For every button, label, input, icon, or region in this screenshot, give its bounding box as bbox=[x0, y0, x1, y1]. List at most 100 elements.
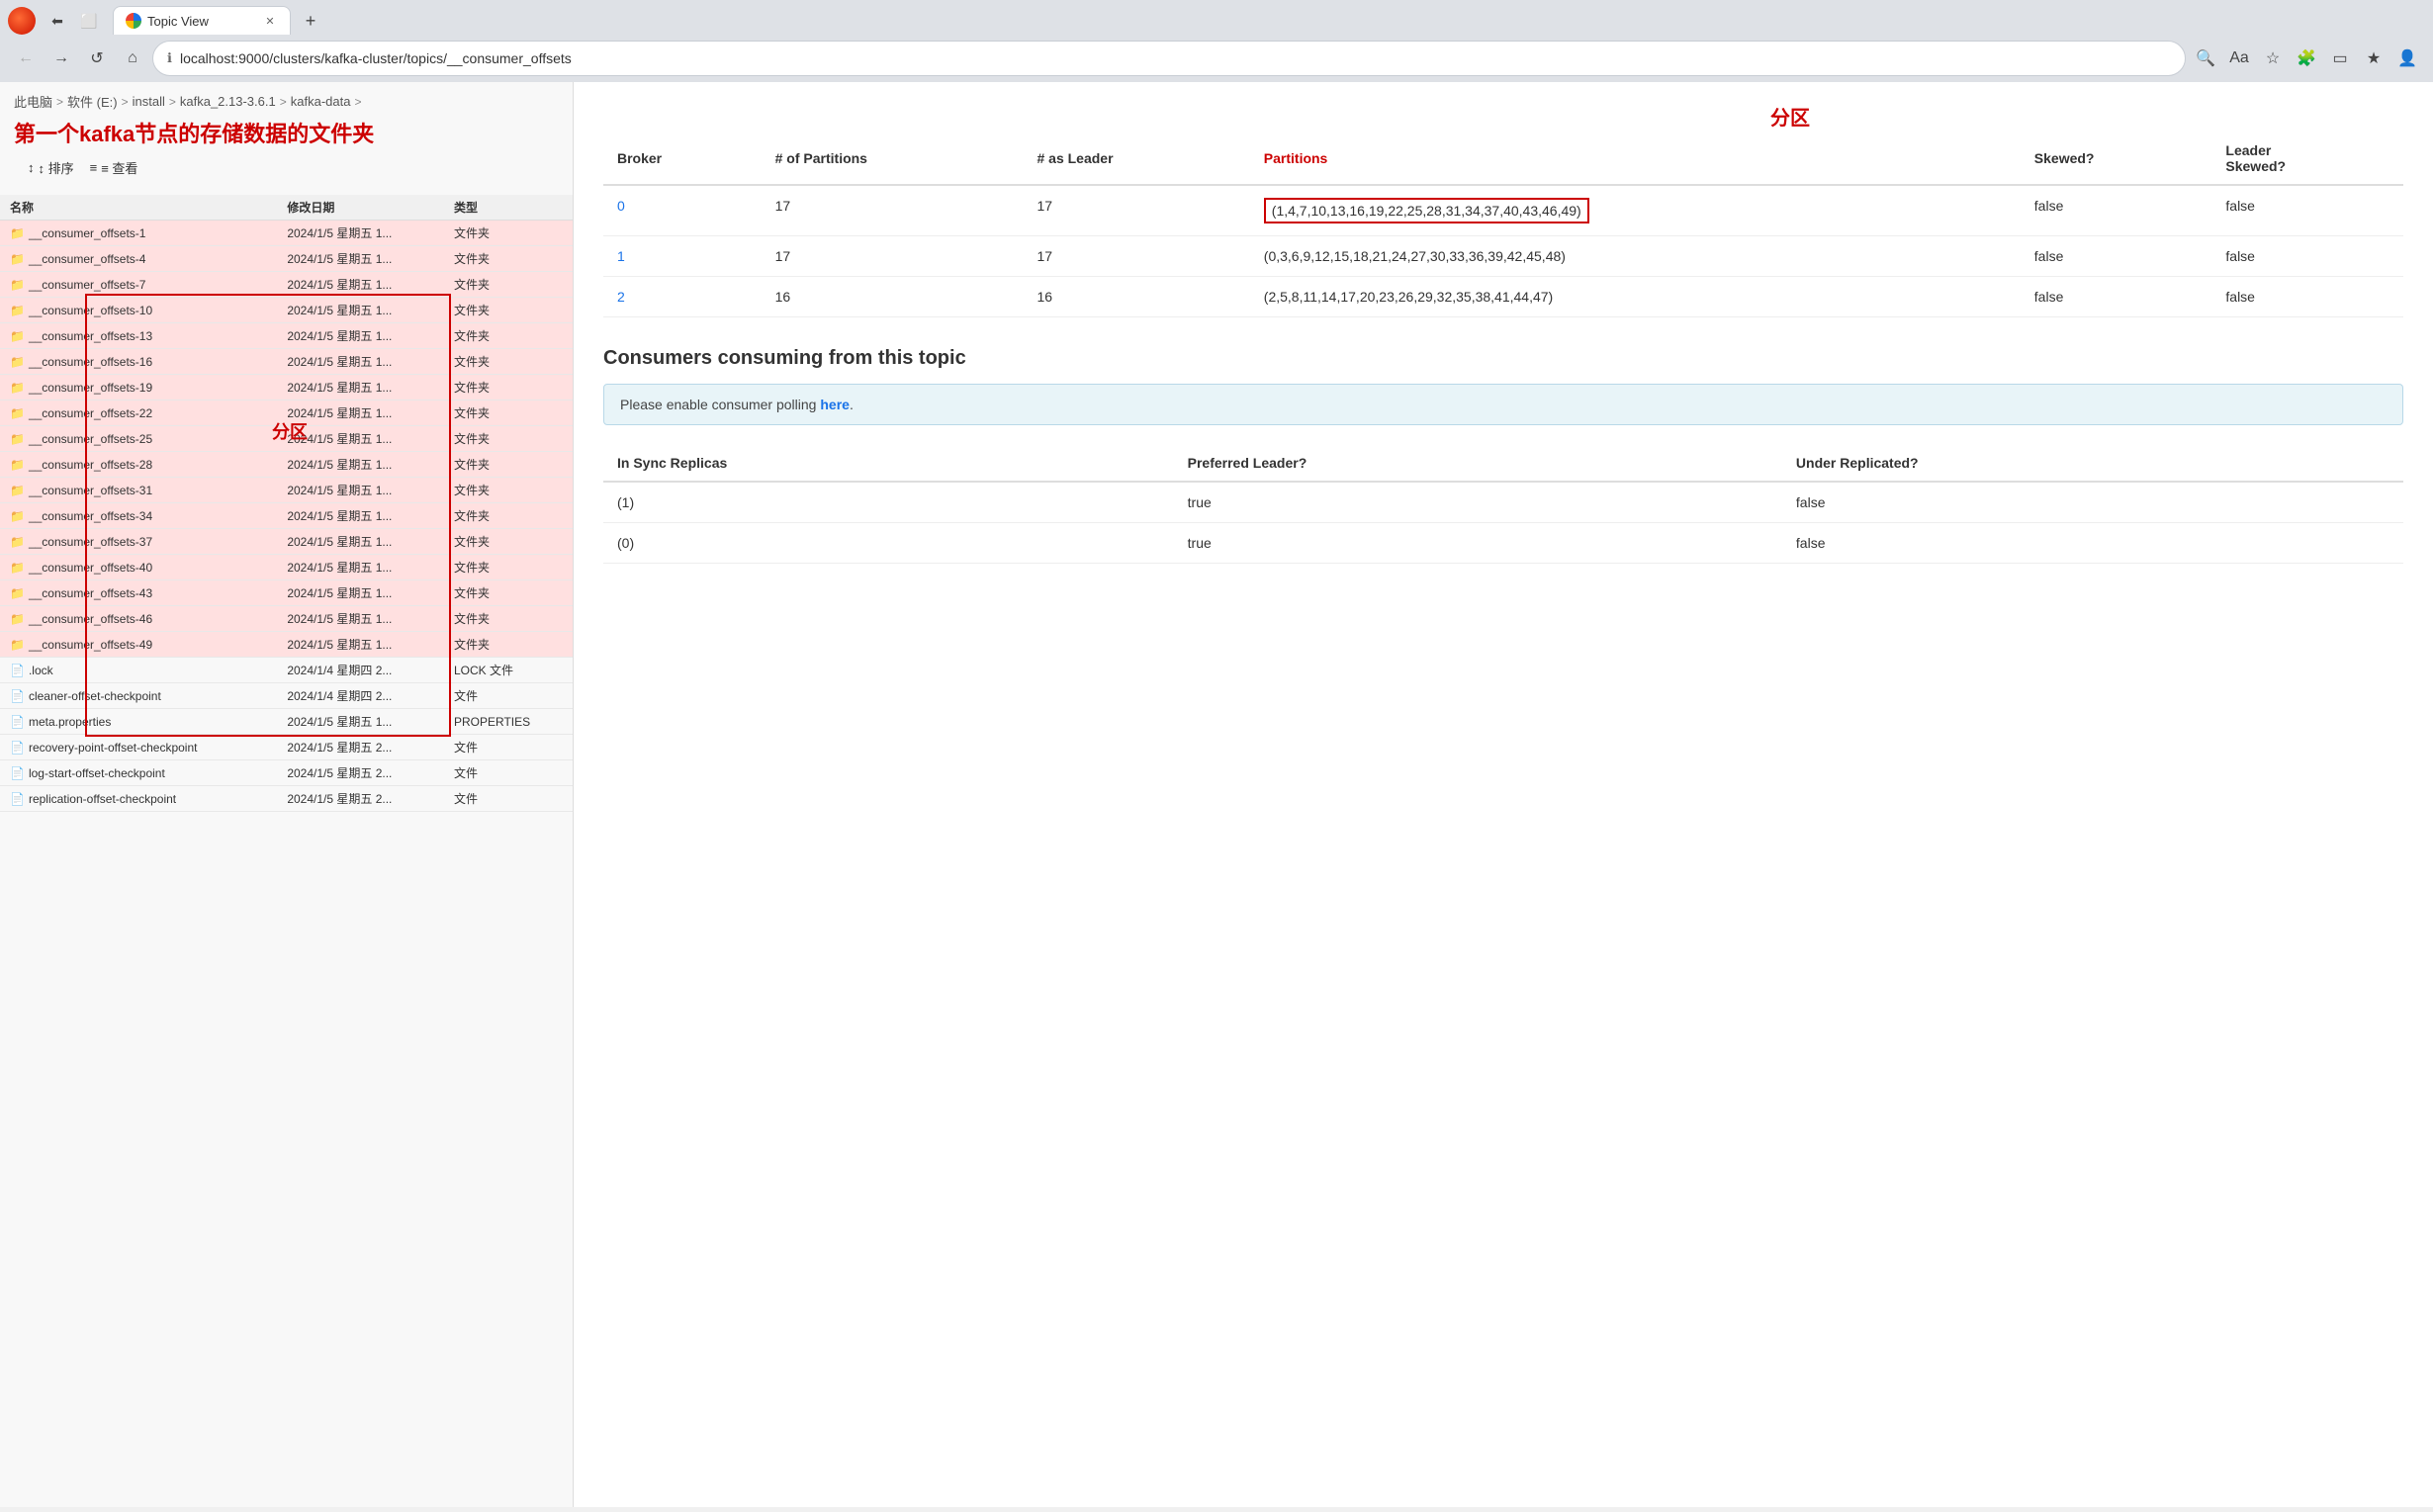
bc-kafka[interactable]: kafka_2.13-3.6.1 bbox=[180, 94, 276, 109]
folder-name: 📁__consumer_offsets-10 bbox=[0, 298, 277, 323]
folder-row[interactable]: 📁__consumer_offsets-40 2024/1/5 星期五 1...… bbox=[0, 555, 573, 580]
broker-leader-skewed: false bbox=[2211, 236, 2403, 277]
file-row[interactable]: 📄recovery-point-offset-checkpoint 2024/1… bbox=[0, 735, 573, 760]
folder-row[interactable]: 📁__consumer_offsets-10 2024/1/5 星期五 1...… bbox=[0, 298, 573, 323]
folder-row[interactable]: 📁__consumer_offsets-34 2024/1/5 星期五 1...… bbox=[0, 503, 573, 529]
file-icon: 📄 bbox=[10, 689, 25, 703]
folder-row[interactable]: 📁__consumer_offsets-19 2024/1/5 星期五 1...… bbox=[0, 375, 573, 400]
home-button[interactable]: ⌂ bbox=[117, 43, 148, 74]
file-name: 📄.lock bbox=[0, 658, 277, 683]
back-button[interactable]: ← bbox=[10, 43, 42, 74]
file-date: 2024/1/5 星期五 2... bbox=[277, 760, 444, 786]
folder-type: 文件夹 bbox=[444, 400, 573, 426]
col-type[interactable]: 类型 bbox=[444, 195, 573, 221]
folder-icon: 📁 bbox=[10, 432, 25, 446]
view-button[interactable]: ≡ ≡ 查看 bbox=[90, 158, 138, 177]
folder-date: 2024/1/5 星期五 1... bbox=[277, 246, 444, 272]
bc-drive[interactable]: 软件 (E:) bbox=[67, 92, 118, 111]
col-date[interactable]: 修改日期 bbox=[277, 195, 444, 221]
file-type: LOCK 文件 bbox=[444, 658, 573, 683]
broker-leader-skewed: false bbox=[2211, 185, 2403, 236]
bc-sep1: > bbox=[56, 95, 63, 109]
file-row[interactable]: 📄replication-offset-checkpoint 2024/1/5 … bbox=[0, 786, 573, 812]
folder-date: 2024/1/5 星期五 1... bbox=[277, 349, 444, 375]
consumer-notice-link[interactable]: here bbox=[820, 397, 850, 412]
file-date: 2024/1/4 星期四 2... bbox=[277, 683, 444, 709]
folder-type: 文件夹 bbox=[444, 221, 573, 246]
folder-name: 📁__consumer_offsets-37 bbox=[0, 529, 277, 555]
extensions-button[interactable]: 🧩 bbox=[2291, 43, 2322, 74]
partition-annotation-area: 分区 bbox=[603, 102, 2403, 133]
file-row[interactable]: 📄meta.properties 2024/1/5 星期五 1... PROPE… bbox=[0, 709, 573, 735]
forward-button[interactable]: → bbox=[45, 43, 77, 74]
partition-cell: (1,4,7,10,13,16,19,22,25,28,31,34,37,40,… bbox=[1250, 185, 2021, 236]
tab-label: Topic View bbox=[147, 14, 256, 29]
refresh-button[interactable]: ↺ bbox=[81, 43, 113, 74]
broker-partition-count: 16 bbox=[762, 277, 1024, 317]
bookmark-button[interactable]: ☆ bbox=[2257, 43, 2289, 74]
broker-id[interactable]: 0 bbox=[603, 185, 762, 236]
tab-back-btn[interactable]: ⬅ bbox=[44, 7, 71, 35]
topic-panel: 分区 Broker # of Partitions # as Leader Pa… bbox=[574, 82, 2433, 1507]
broker-id[interactable]: 1 bbox=[603, 236, 762, 277]
folder-row[interactable]: 📁__consumer_offsets-22 2024/1/5 星期五 1...… bbox=[0, 400, 573, 426]
folder-type: 文件夹 bbox=[444, 298, 573, 323]
folder-type: 文件夹 bbox=[444, 375, 573, 400]
folder-date: 2024/1/5 星期五 1... bbox=[277, 400, 444, 426]
file-row[interactable]: 📄cleaner-offset-checkpoint 2024/1/4 星期四 … bbox=[0, 683, 573, 709]
search-button[interactable]: 🔍 bbox=[2190, 43, 2221, 74]
folder-row[interactable]: 📁__consumer_offsets-13 2024/1/5 星期五 1...… bbox=[0, 323, 573, 349]
folder-date: 2024/1/5 星期五 1... bbox=[277, 272, 444, 298]
col-as-leader: # as Leader bbox=[1023, 133, 1249, 185]
col-leader-skewed: LeaderSkewed? bbox=[2211, 133, 2403, 185]
broker-partition-count: 17 bbox=[762, 185, 1024, 236]
view-label: ≡ 查看 bbox=[101, 158, 137, 177]
browser-logo-icon bbox=[8, 7, 36, 35]
address-bar[interactable]: ℹ localhost:9000/clusters/kafka-cluster/… bbox=[152, 41, 2186, 76]
active-tab[interactable]: Topic View ✕ bbox=[113, 6, 291, 35]
replica-row: (1) true false bbox=[603, 482, 2403, 523]
folder-type: 文件夹 bbox=[444, 323, 573, 349]
sort-label: ↕ 排序 bbox=[39, 158, 74, 177]
tab-forward-btn[interactable]: ⬜ bbox=[75, 7, 103, 35]
view-icon: ≡ bbox=[90, 160, 98, 175]
folder-icon: 📁 bbox=[10, 304, 25, 317]
bc-computer[interactable]: 此电脑 bbox=[14, 92, 52, 111]
folder-row[interactable]: 📁__consumer_offsets-46 2024/1/5 星期五 1...… bbox=[0, 606, 573, 632]
folder-row[interactable]: 📁__consumer_offsets-7 2024/1/5 星期五 1... … bbox=[0, 272, 573, 298]
bc-sep3: > bbox=[169, 95, 176, 109]
folder-row[interactable]: 📁__consumer_offsets-28 2024/1/5 星期五 1...… bbox=[0, 452, 573, 478]
favorites-button[interactable]: ★ bbox=[2358, 43, 2389, 74]
consumer-notice-text: Please enable consumer polling bbox=[620, 397, 820, 412]
folder-icon: 📁 bbox=[10, 278, 25, 292]
bc-install[interactable]: install bbox=[133, 94, 165, 109]
broker-partition-count: 17 bbox=[762, 236, 1024, 277]
new-tab-button[interactable]: + bbox=[297, 7, 324, 35]
folder-date: 2024/1/5 星期五 1... bbox=[277, 529, 444, 555]
folder-row[interactable]: 📁__consumer_offsets-1 2024/1/5 星期五 1... … bbox=[0, 221, 573, 246]
file-row[interactable]: 📄log-start-offset-checkpoint 2024/1/5 星期… bbox=[0, 760, 573, 786]
tab-close-button[interactable]: ✕ bbox=[262, 13, 278, 29]
folder-row[interactable]: 📁__consumer_offsets-4 2024/1/5 星期五 1... … bbox=[0, 246, 573, 272]
col-name[interactable]: 名称 bbox=[0, 195, 277, 221]
folder-row[interactable]: 📁__consumer_offsets-49 2024/1/5 星期五 1...… bbox=[0, 632, 573, 658]
file-row[interactable]: 📄.lock 2024/1/4 星期四 2... LOCK 文件 bbox=[0, 658, 573, 683]
folder-date: 2024/1/5 星期五 1... bbox=[277, 503, 444, 529]
broker-skewed: false bbox=[2021, 185, 2212, 236]
bc-kafka-data[interactable]: kafka-data bbox=[291, 94, 351, 109]
folder-row[interactable]: 📁__consumer_offsets-43 2024/1/5 星期五 1...… bbox=[0, 580, 573, 606]
file-date: 2024/1/4 星期四 2... bbox=[277, 658, 444, 683]
reader-button[interactable]: Aa bbox=[2223, 43, 2255, 74]
folder-name: 📁__consumer_offsets-7 bbox=[0, 272, 277, 298]
file-type: 文件 bbox=[444, 735, 573, 760]
split-view-button[interactable]: ▭ bbox=[2324, 43, 2356, 74]
folder-row[interactable]: 📁__consumer_offsets-25 2024/1/5 星期五 1...… bbox=[0, 426, 573, 452]
folder-row[interactable]: 📁__consumer_offsets-16 2024/1/5 星期五 1...… bbox=[0, 349, 573, 375]
folder-row[interactable]: 📁__consumer_offsets-37 2024/1/5 星期五 1...… bbox=[0, 529, 573, 555]
folder-row[interactable]: 📁__consumer_offsets-31 2024/1/5 星期五 1...… bbox=[0, 478, 573, 503]
profile-button[interactable]: 👤 bbox=[2391, 43, 2423, 74]
browser-chrome: ⬅ ⬜ Topic View ✕ + ← → ↺ ⌂ ℹ localhost:9… bbox=[0, 0, 2433, 82]
sort-button[interactable]: ↕ ↕ 排序 bbox=[28, 158, 74, 177]
folder-icon: 📁 bbox=[10, 252, 25, 266]
broker-id[interactable]: 2 bbox=[603, 277, 762, 317]
